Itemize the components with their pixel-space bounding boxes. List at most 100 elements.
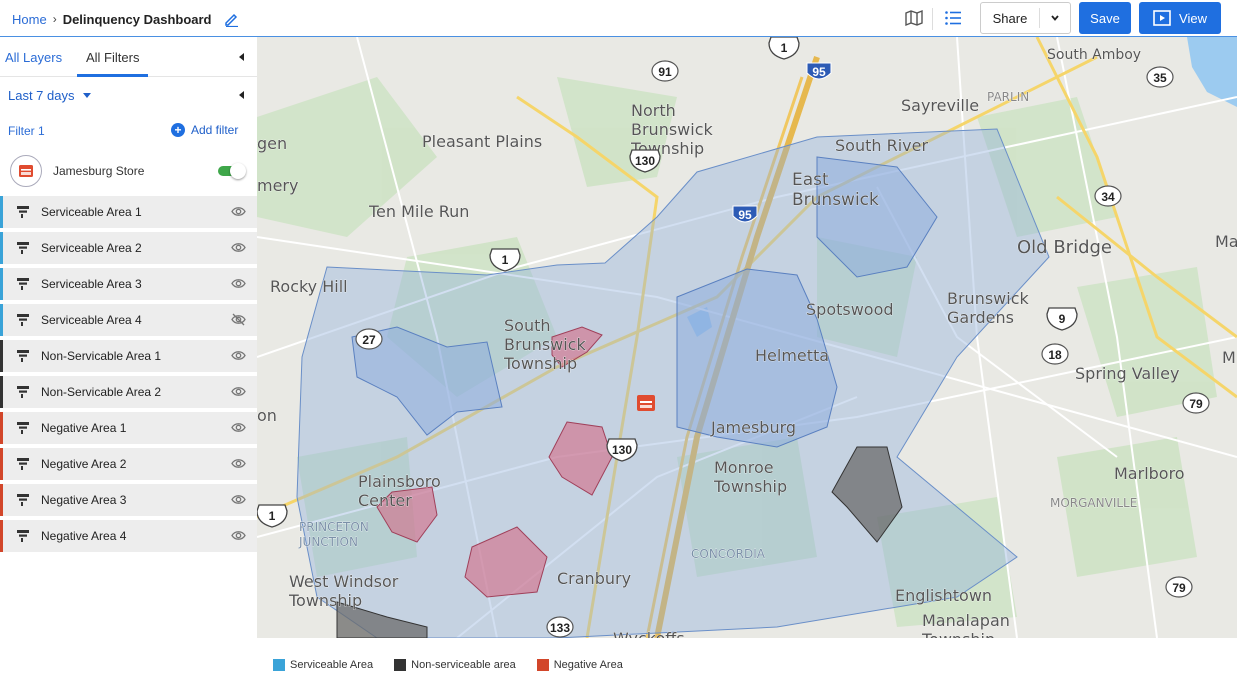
save-button-label: Save — [1090, 10, 1120, 26]
eye-icon[interactable] — [231, 421, 246, 434]
layer-name: Negative Area 4 — [41, 529, 127, 543]
layer-name: Negative Area 1 — [41, 421, 127, 435]
layer-row[interactable]: Negative Area 3 — [0, 484, 257, 516]
route-shield: 91 — [651, 60, 679, 82]
route-shield-number: 91 — [658, 65, 672, 79]
legend-item-non-serviceable: Non-serviceable area — [394, 659, 516, 671]
store-marker[interactable] — [637, 395, 655, 411]
route-shield: 79 — [1182, 392, 1210, 414]
layer-name: Serviceable Area 4 — [41, 313, 142, 327]
map-canvas[interactable]: South Amboy PARLIN Sayreville North Brunswic… — [257, 37, 1237, 638]
map-place-label: Sayreville — [901, 96, 979, 115]
map-place-label: Jamesburg — [710, 418, 796, 437]
layer-row[interactable]: Negative Area 4 — [0, 520, 257, 552]
layer-color-stripe — [0, 412, 3, 444]
date-range-select[interactable]: Last 7 days — [8, 88, 91, 103]
active-tab-indicator — [77, 74, 148, 77]
eye-icon[interactable] — [231, 349, 246, 362]
breadcrumb: Home › Delinquency Dashboard — [12, 11, 240, 27]
route-shield: 95 — [806, 62, 832, 80]
layer-icon — [17, 386, 29, 398]
eye-icon[interactable] — [231, 529, 246, 542]
route-shield-number: 35 — [1153, 71, 1167, 85]
layer-color-stripe — [0, 340, 3, 372]
tab-all-filters[interactable]: All Filters — [86, 50, 139, 65]
layer-row[interactable]: Serviceable Area 3 — [0, 268, 257, 300]
layer-row[interactable]: Negative Area 1 — [0, 412, 257, 444]
layer-row[interactable]: Serviceable Area 4 — [0, 304, 257, 336]
layer-row[interactable]: Serviceable Area 1 — [0, 196, 257, 228]
map-svg: South AmboyPARLINSayrevilleNorth Brunswic… — [257, 37, 1237, 638]
legend-item-negative: Negative Area — [536, 659, 623, 671]
route-shield-number: 133 — [550, 621, 570, 635]
layer-row[interactable]: Serviceable Area 2 — [0, 232, 257, 264]
toolbar-divider — [932, 8, 933, 30]
route-shield: 35 — [1146, 66, 1174, 88]
map-place-label: on — [257, 406, 277, 425]
layer-name: Serviceable Area 3 — [41, 277, 142, 291]
layer-color-stripe — [0, 520, 3, 552]
route-shield-number: 130 — [635, 154, 655, 168]
eye-off-icon[interactable] — [231, 313, 246, 326]
collapse-sidebar-icon[interactable] — [239, 53, 244, 61]
layer-row[interactable]: Non-Servicable Area 1 — [0, 340, 257, 372]
layer-icon — [17, 530, 29, 542]
store-toggle[interactable] — [218, 163, 246, 179]
plus-circle-icon: + — [171, 123, 185, 137]
map-place-label: Englishtown — [895, 586, 992, 605]
save-button[interactable]: Save — [1079, 2, 1131, 34]
route-shield-number: 79 — [1189, 397, 1203, 411]
route-shield-number: 95 — [812, 65, 826, 79]
map-place-label: South River — [835, 136, 928, 155]
layer-name: Serviceable Area 2 — [41, 241, 142, 255]
route-shield: 27 — [355, 328, 383, 350]
eye-icon[interactable] — [231, 277, 246, 290]
layer-color-stripe — [0, 268, 3, 300]
layer-name: Serviceable Area 1 — [41, 205, 142, 219]
tab-all-layers[interactable]: All Layers — [5, 50, 62, 65]
share-button-group: Share — [980, 2, 1071, 34]
layer-icon — [17, 422, 29, 434]
share-button[interactable]: Share — [981, 11, 1039, 26]
share-dropdown-toggle[interactable] — [1040, 14, 1070, 22]
layer-name: Negative Area 3 — [41, 493, 127, 507]
layer-icon — [17, 458, 29, 470]
layer-row[interactable]: Non-Servicable Area 2 — [0, 376, 257, 408]
layer-row[interactable]: Negative Area 2 — [0, 448, 257, 480]
layer-color-stripe — [0, 304, 3, 336]
eye-icon[interactable] — [231, 493, 246, 506]
pencil-icon[interactable] — [224, 11, 240, 27]
eye-icon[interactable] — [231, 457, 246, 470]
eye-icon[interactable] — [231, 205, 246, 218]
map-place-label: gen — [257, 134, 287, 153]
breadcrumb-separator: › — [52, 12, 57, 26]
breadcrumb-home-link[interactable]: Home — [12, 12, 47, 27]
layer-color-stripe — [0, 376, 3, 408]
legend-label-serviceable: Serviceable Area — [290, 659, 374, 671]
map-place-label: Spotswood — [806, 300, 894, 319]
add-filter-label: Add filter — [191, 123, 239, 137]
eye-icon[interactable] — [231, 385, 246, 398]
layer-icon — [17, 350, 29, 362]
list-icon[interactable] — [944, 9, 962, 27]
map-place-label: Mat — [1215, 232, 1237, 251]
route-shield: 95 — [732, 205, 758, 223]
collapse-filter-icon[interactable] — [239, 91, 244, 99]
route-shield-number: 1 — [502, 253, 509, 267]
view-button[interactable]: View — [1139, 2, 1221, 34]
map-place-label: PARLIN — [987, 90, 1029, 104]
map-place-label: Cranbury — [557, 569, 631, 588]
caret-down-icon — [82, 93, 91, 98]
map-place-label: Pleasant Plains — [422, 132, 542, 151]
chevron-down-icon — [1051, 15, 1059, 21]
play-screen-icon — [1153, 10, 1171, 26]
route-shield-number: 79 — [1172, 581, 1186, 595]
map-place-label: Old Bridge — [1017, 237, 1112, 258]
add-filter-button[interactable]: + Add filter — [171, 123, 238, 137]
top-bar: Home › Delinquency Dashboard Share Save — [0, 0, 1237, 37]
view-button-label: View — [1179, 10, 1207, 26]
layer-color-stripe — [0, 196, 3, 228]
map-icon[interactable] — [905, 9, 923, 27]
eye-icon[interactable] — [231, 241, 246, 254]
route-shield: 18 — [1041, 343, 1069, 365]
